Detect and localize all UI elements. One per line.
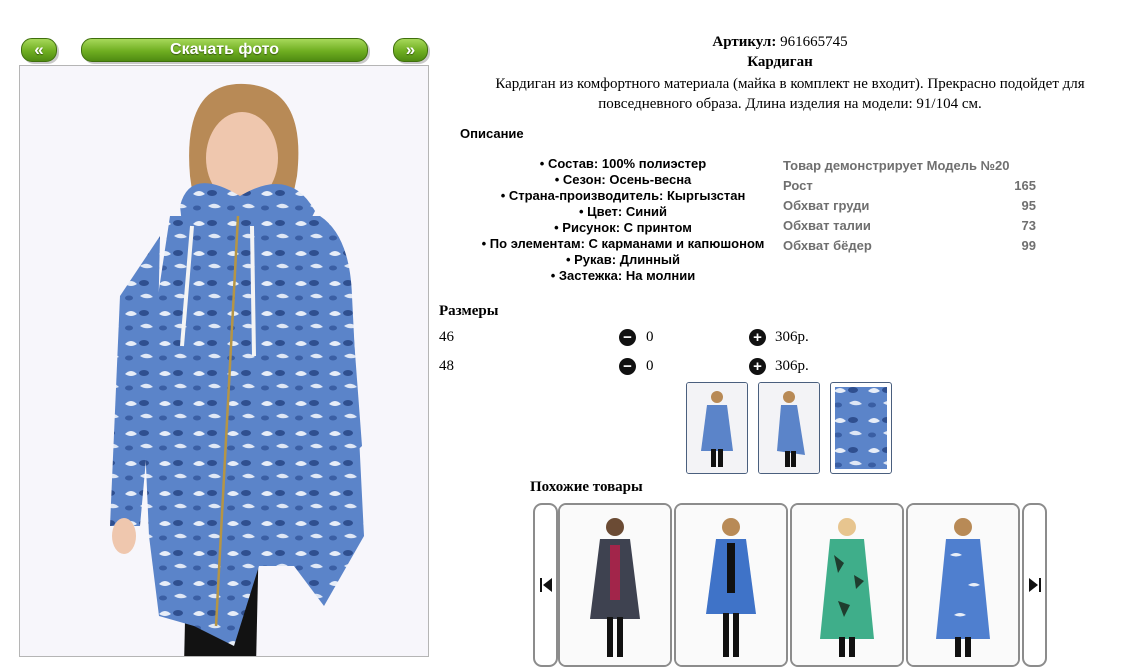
size-label: 46 (439, 329, 454, 345)
attribute-list: • Состав: 100% полиэстер • Сезон: Осень-… (448, 156, 798, 284)
attribute-fastener: • Застежка: На молнии (550, 268, 696, 283)
thumbnail-image (835, 387, 887, 469)
price-value: 306р. (775, 329, 809, 345)
article-line: Артикул: 961665745 (440, 34, 1120, 51)
attribute-color: • Цвет: Синий (578, 204, 668, 219)
model-row-hips: Обхват бёдер 99 (783, 236, 1036, 256)
thumbnail-front[interactable] (686, 382, 748, 474)
similar-product-image (676, 505, 786, 665)
model-row-label: Обхват бёдер (783, 238, 872, 253)
similar-products-heading: Похожие товары (530, 479, 643, 495)
model-in-cardigan-image (110, 83, 364, 656)
thumbnail-image (759, 383, 819, 473)
similar-product-card[interactable] (790, 503, 904, 667)
model-row-chest: Обхват груди 95 (783, 196, 1036, 216)
thumbnail-fabric[interactable] (830, 382, 892, 474)
download-photo-button[interactable]: Скачать фото (81, 38, 368, 62)
carousel-next-button[interactable] (1022, 503, 1047, 667)
next-photo-button[interactable]: » (393, 38, 428, 62)
size-label: 48 (439, 358, 454, 374)
minus-circle-icon[interactable]: − (619, 329, 636, 346)
attribute-sleeve: • Рукав: Длинный (565, 252, 681, 267)
model-row-value: 95 (1021, 198, 1036, 213)
quantity-control: − 0 (619, 358, 654, 375)
quantity-value: 0 (646, 358, 654, 374)
minus-circle-icon[interactable]: − (619, 358, 636, 375)
model-row-label: Рост (783, 178, 813, 193)
product-name: Кардиган (747, 54, 813, 70)
attribute-elements: • По элементам: С карманами и капюшоном (481, 236, 765, 251)
add-to-cart-control: + 306р. (749, 358, 809, 375)
article-value: 961665745 (780, 34, 848, 50)
size-row: 46 − 0 + 306р. (439, 329, 839, 349)
model-header: Товар демонстрирует Модель №20 (783, 158, 1010, 173)
carousel-prev-button[interactable] (533, 503, 558, 667)
article-label: Артикул: (712, 34, 777, 50)
skip-forward-icon (1028, 578, 1041, 592)
quantity-value: 0 (646, 329, 654, 345)
model-row-label: Обхват груди (783, 198, 870, 213)
description-heading: Описание (460, 126, 524, 141)
previous-photo-button[interactable]: « (21, 38, 57, 62)
model-row-label: Обхват талии (783, 218, 871, 233)
skip-back-icon (539, 578, 552, 592)
similar-product-card[interactable] (558, 503, 672, 667)
attribute-season: • Сезон: Осень-весна (554, 172, 692, 187)
model-row-value: 73 (1021, 218, 1036, 233)
model-measurements: Товар демонстрирует Модель №20 Рост 165 … (783, 156, 1036, 256)
similar-product-card[interactable] (674, 503, 788, 667)
main-product-photo (19, 65, 429, 657)
model-row-height: Рост 165 (783, 176, 1036, 196)
thumbnail-image (687, 383, 747, 473)
similar-product-image (560, 505, 670, 665)
price-value: 306р. (775, 358, 809, 374)
sizes-heading: Размеры (439, 303, 499, 319)
add-to-cart-control: + 306р. (749, 329, 809, 346)
model-row-value: 165 (1014, 178, 1036, 193)
quantity-control: − 0 (619, 329, 654, 346)
plus-circle-icon[interactable]: + (749, 358, 766, 375)
model-row-waist: Обхват талии 73 (783, 216, 1036, 236)
thumbnail-side[interactable] (758, 382, 820, 474)
product-description: Кардиган из комфортного материала (майка… (495, 76, 1085, 112)
similar-product-image (792, 505, 902, 665)
size-row: 48 − 0 + 306р. (439, 358, 839, 378)
plus-circle-icon[interactable]: + (749, 329, 766, 346)
similar-product-image (908, 505, 1018, 665)
attribute-composition: • Состав: 100% полиэстер (539, 156, 707, 171)
attribute-pattern: • Рисунок: С принтом (554, 220, 692, 235)
similar-product-card[interactable] (906, 503, 1020, 667)
model-row-value: 99 (1021, 238, 1036, 253)
attribute-country: • Страна-производитель: Кыргызстан (500, 188, 746, 203)
